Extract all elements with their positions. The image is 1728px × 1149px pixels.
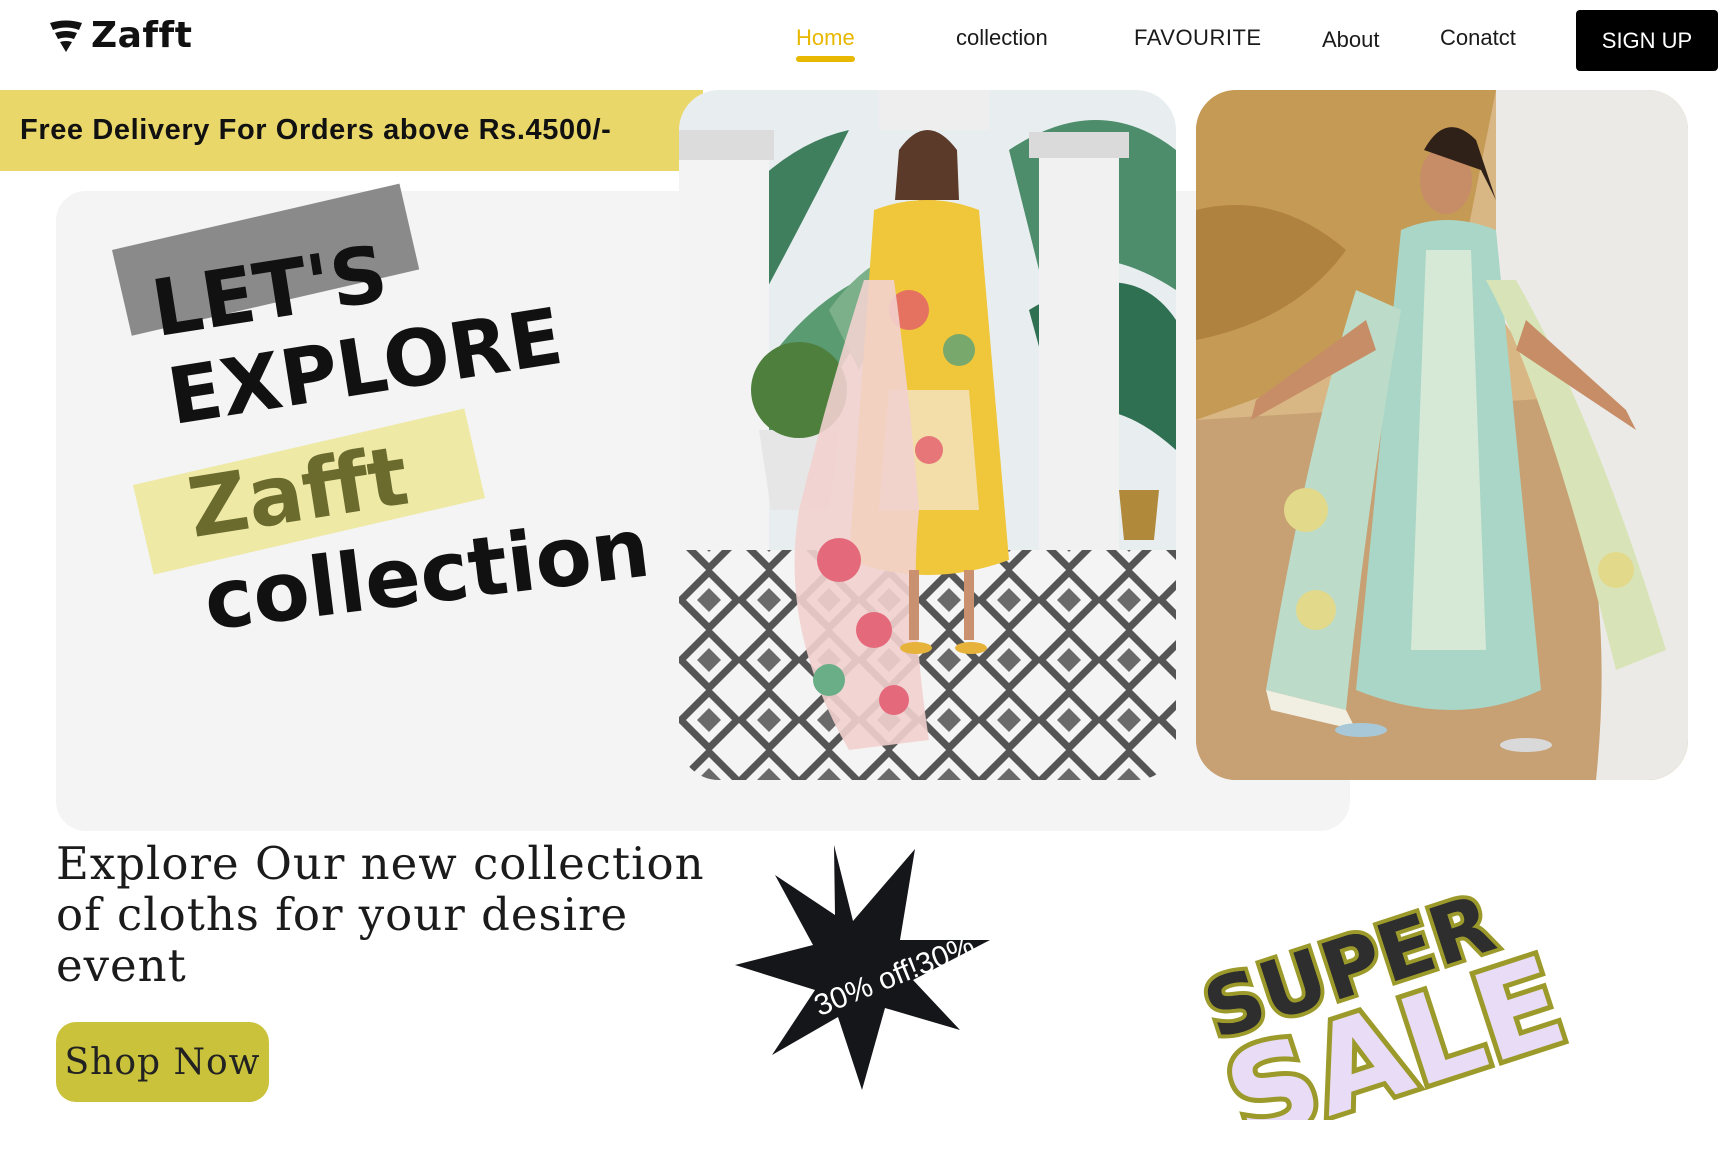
nav-home-label: Home <box>796 25 855 50</box>
mint-suit-image <box>1196 90 1688 780</box>
product-photo-yellow-suit[interactable] <box>679 90 1176 780</box>
active-nav-underline <box>796 56 855 62</box>
hero-tagline: Explore Our new collection of cloths for… <box>56 837 705 992</box>
promo-text: Free Delivery For Orders above Rs.4500/- <box>20 114 612 146</box>
discount-starburst-badge: 30% off!30% <box>735 845 990 1090</box>
yellow-suit-image <box>679 90 1176 780</box>
promo-banner: Free Delivery For Orders above Rs.4500/- <box>0 90 703 171</box>
nav-about[interactable]: About <box>1322 26 1380 54</box>
sign-up-button[interactable]: SIGN UP <box>1576 10 1718 71</box>
wifi-shield-logo-icon <box>50 20 82 52</box>
nav-home[interactable]: Home <box>796 24 855 62</box>
shop-now-button[interactable]: Shop Now <box>56 1022 269 1102</box>
nav-favourite[interactable]: FAVOURITE <box>1134 24 1262 52</box>
brand-logo[interactable]: Zafft <box>49 18 192 54</box>
product-photo-mint-suit[interactable] <box>1196 90 1688 780</box>
super-sale-graphic: SUPER SUPER SALE <box>1190 873 1585 1120</box>
nav-collection[interactable]: collection <box>956 24 1048 52</box>
brand-name: Zafft <box>91 15 193 56</box>
nav-contact[interactable]: Conatct <box>1440 24 1516 52</box>
